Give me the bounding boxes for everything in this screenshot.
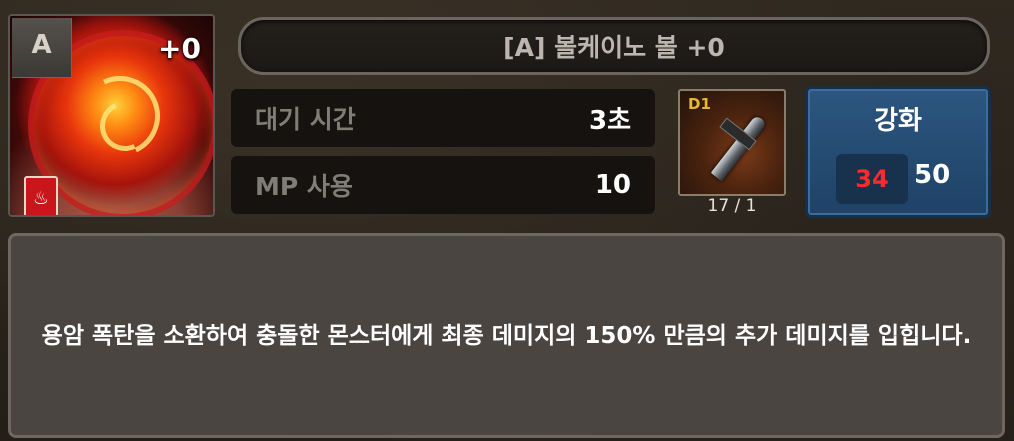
skill-name: [A] 볼케이노 볼 +0 [503,33,725,62]
cooldown-value: 3초 [588,105,631,136]
mp-value: 10 [594,170,631,200]
weapon-tier-tag: D1 [688,95,711,113]
owned-amount: 50 [914,160,951,190]
upgrade-cost: 34 [836,154,908,204]
skill-name-bar: [A] 볼케이노 볼 +0 [238,17,990,75]
weapon-count: 17 / 1 [707,196,757,216]
skill-grade: A [12,18,72,78]
sword-icon [710,114,768,182]
fire-element-icon: ♨ [24,176,58,215]
description-panel: 용암 폭탄을 소환하여 충돌한 몬스터에게 최종 데미지의 150% 만큼의 추… [8,233,1005,438]
mp-label: MP 사용 [255,172,353,201]
cooldown-row: 대기 시간 3초 [231,89,655,147]
material-weapon-slot[interactable]: D1 [678,89,786,196]
cooldown-label: 대기 시간 [255,105,356,134]
skill-description: 용암 폭탄을 소환하여 충돌한 몬스터에게 최종 데미지의 150% 만큼의 추… [41,322,972,349]
upgrade-label: 강화 [874,106,922,136]
skill-enhance-level: +0 [158,32,201,65]
mp-row: MP 사용 10 [231,156,655,214]
skill-icon[interactable]: A +0 ♨ [8,14,215,217]
